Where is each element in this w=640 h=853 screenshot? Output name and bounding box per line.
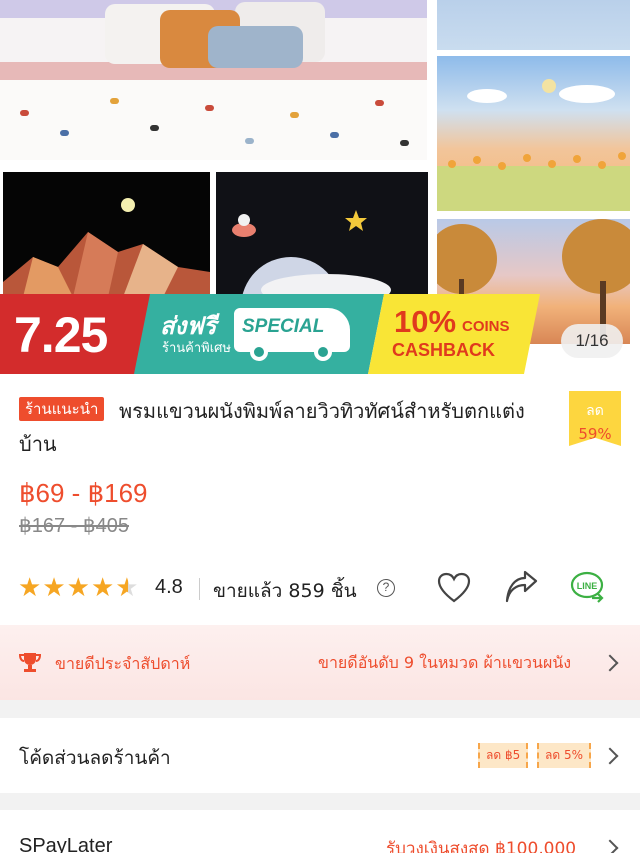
shop-voucher-label: โค้ดส่วนลดร้านค้า [19, 747, 171, 769]
promo-banner: 7.25 ส่งฟรี ร้านค้าพิเศษ SPECIAL 10% COI… [0, 294, 540, 374]
svg-text:LINE: LINE [577, 581, 598, 591]
promo-date: 7.25 [14, 307, 108, 363]
bestseller-rank: ขายดีอันดับ 9 ในหมวด ผ้าแขวนผนัง [318, 653, 572, 672]
coins-label: COINS [462, 318, 510, 335]
coins-percent: 10% [394, 304, 457, 339]
special-shop-label: ร้านค้าพิเศษ [162, 341, 231, 356]
star-icon: ★ [90, 573, 115, 603]
terrazzo-dot [245, 138, 254, 144]
terrazzo-dot [20, 110, 29, 116]
terrazzo-dot [150, 125, 159, 131]
mountain-tapestry-photo [3, 172, 210, 297]
rating-stars: ★ ★ ★ ★ ★ [18, 574, 140, 602]
bestseller-row[interactable]: ขายดีประจำสัปดาห์ ขายดีอันดับ 9 ในหมวด ผ… [0, 625, 640, 700]
help-icon[interactable]: ? [377, 579, 395, 597]
promo-date-block: 7.25 [0, 294, 150, 374]
free-shipping-block: ส่งฟรี ร้านค้าพิเศษ SPECIAL [134, 294, 384, 374]
terrazzo-dot [290, 112, 299, 118]
spaylater-label: SPayLater [19, 835, 113, 853]
product-page: 7.25 ส่งฟรี ร้านค้าพิเศษ SPECIAL 10% COI… [0, 0, 640, 853]
moon-tapestry-photo [216, 172, 428, 297]
bestseller-label: ขายดีประจำสัปดาห์ [55, 654, 191, 673]
tulip-field-tapestry-photo [437, 56, 630, 211]
star-icon: ★ [18, 573, 42, 603]
original-price-range: ฿167 - ฿405 [19, 515, 129, 537]
sky-tapestry-photo [437, 0, 630, 50]
tree-canopy [562, 219, 630, 294]
terrazzo-dot [330, 132, 339, 138]
voucher-tag: ลด 5% [537, 743, 591, 768]
cashback-label: CASHBACK [392, 340, 495, 360]
trophy-icon [19, 653, 41, 672]
truck-wheel [250, 343, 268, 361]
voucher-tag: ลด ฿5 [478, 743, 529, 768]
special-label: SPECIAL [242, 316, 325, 337]
star-icon: ★ [42, 573, 66, 603]
terrazzo-dot [110, 98, 119, 104]
truck-icon: SPECIAL [234, 308, 350, 361]
chevron-right-icon [601, 654, 619, 672]
recommended-shop-badge: ร้านแนะนำ [19, 397, 105, 421]
section-divider [0, 700, 640, 718]
half-star-icon: ★ [115, 573, 139, 603]
heart-icon[interactable] [436, 570, 472, 606]
rating-value: 4.8 [155, 576, 183, 598]
terrazzo-dot [205, 105, 214, 111]
chevron-right-icon [601, 839, 619, 853]
line-icon[interactable]: LINE [570, 570, 606, 606]
discount-badge: ลด 59% [569, 391, 621, 446]
terrazzo-dot [375, 100, 384, 106]
pillow [208, 26, 303, 68]
coins-cashback-block: 10% COINS CASHBACK [368, 294, 540, 374]
discount-value: 59% [578, 425, 612, 443]
truck-wheel [314, 343, 332, 361]
terrazzo-dot [60, 130, 69, 136]
discount-label: ลด [586, 403, 604, 419]
spaylater-credit: รับวงเงินสูงสุด ฿100,000 [386, 839, 577, 853]
product-image-gallery[interactable]: 7.25 ส่งฟรี ร้านค้าพิเศษ SPECIAL 10% COI… [0, 0, 640, 375]
terrazzo-dot [400, 140, 409, 146]
tree-canopy [437, 224, 497, 294]
price-range: ฿69 - ฿169 [19, 478, 148, 508]
image-counter: 1/16 [561, 324, 623, 358]
bedroom-photo [0, 0, 427, 160]
section-divider [0, 793, 640, 810]
chevron-right-icon [601, 747, 619, 765]
sold-count: ขายแล้ว 859 ชิ้น [213, 580, 357, 602]
share-icon[interactable] [503, 570, 539, 606]
star-icon: ★ [66, 573, 90, 603]
divider [199, 578, 200, 600]
shop-voucher-row[interactable]: โค้ดส่วนลดร้านค้า ลด ฿5 ลด 5% [0, 718, 640, 793]
spaylater-row[interactable]: SPayLater รับวงเงินสูงสุด ฿100,000 [0, 810, 640, 853]
